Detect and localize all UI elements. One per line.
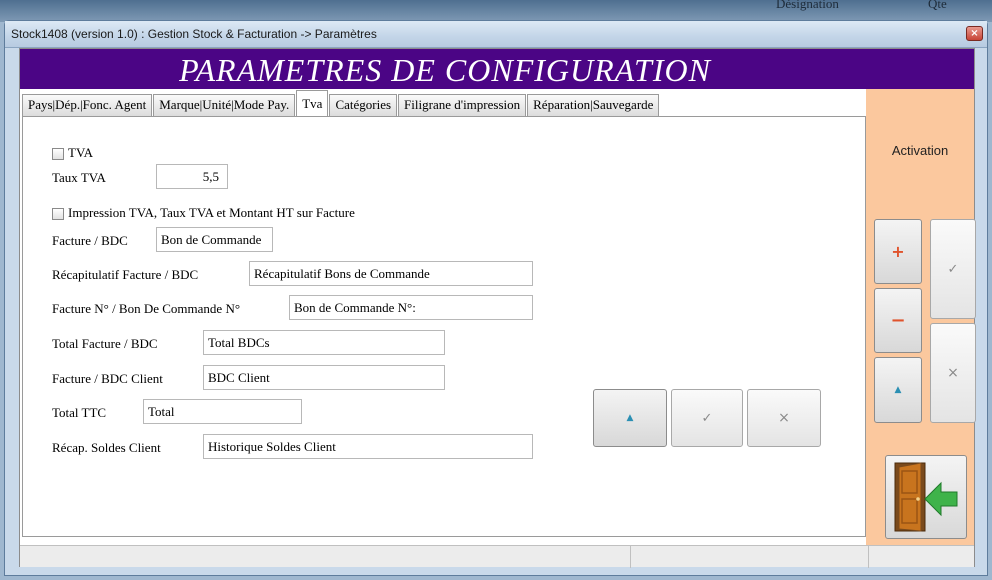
page-title: PARAMETRES DE CONFIGURATION: [179, 52, 711, 88]
sidebar-move-up-button[interactable]: ▲: [874, 357, 922, 423]
triangle-up-icon: ▲: [894, 384, 902, 395]
checkmark-icon: ✓: [947, 261, 959, 277]
total-facture-label: Total Facture / BDC: [52, 336, 158, 351]
tab-filigrane-impression[interactable]: Filigrane d'impression: [398, 94, 527, 116]
cross-icon: ×: [947, 365, 959, 381]
validate-button[interactable]: ✓: [671, 389, 743, 447]
checkmark-icon: ✓: [701, 410, 713, 426]
total-ttc-label: Total TTC: [52, 405, 107, 420]
tab-marque-unite-mode-pay[interactable]: Marque|Unité|Mode Pay.: [153, 94, 296, 116]
facture-num-input[interactable]: Bon de Commande N°:: [289, 295, 533, 320]
close-icon: ×: [970, 28, 979, 39]
facture-num-label: Facture N° / Bon De Commande N°: [52, 301, 241, 316]
cancel-button[interactable]: ×: [747, 389, 821, 447]
background-column-qte: Qte: [928, 0, 947, 11]
cross-icon: ×: [778, 410, 790, 426]
status-divider: [868, 546, 869, 568]
close-button[interactable]: ×: [966, 26, 983, 41]
triangle-up-icon: ▲: [626, 412, 634, 423]
tva-tab-panel: TVA Taux TVA 5,5 Impression TVA, Taux TV…: [22, 116, 866, 537]
total-ttc-input[interactable]: Total: [143, 399, 302, 424]
title-bar[interactable]: Stock1408 (version 1.0) : Gestion Stock …: [5, 21, 987, 48]
activate-cancel-button[interactable]: ×: [930, 323, 976, 423]
facture-bdc-label: Facture / BDC: [52, 233, 128, 248]
impression-tva-checkbox-label: Impression TVA, Taux TVA et Montant HT s…: [68, 205, 355, 220]
activation-label: Activation: [891, 143, 949, 158]
taux-tva-input[interactable]: 5,5: [156, 164, 228, 189]
recap-soldes-input[interactable]: Historique Soldes Client: [203, 434, 533, 459]
exit-door-icon: [894, 462, 958, 532]
tva-checkbox-label: TVA: [68, 145, 94, 160]
remove-icon: −: [890, 309, 906, 331]
background-app-strip: Désignation Qte: [0, 0, 992, 22]
activate-validate-button[interactable]: ✓: [930, 219, 976, 319]
add-icon: +: [891, 241, 905, 261]
impression-tva-checkbox[interactable]: [52, 208, 64, 220]
client-area: PARAMETRES DE CONFIGURATION Pays|Dép.|Fo…: [19, 48, 976, 568]
header-band: PARAMETRES DE CONFIGURATION: [20, 49, 974, 89]
background-column-designation: Désignation: [776, 0, 839, 11]
remove-button[interactable]: −: [874, 288, 922, 353]
facture-bdc-input[interactable]: Bon de Commande: [156, 227, 273, 252]
exit-button[interactable]: [885, 455, 967, 539]
add-button[interactable]: +: [874, 219, 922, 284]
facture-client-label: Facture / BDC Client: [52, 371, 163, 386]
total-facture-input[interactable]: Total BDCs: [203, 330, 445, 355]
facture-client-input[interactable]: BDC Client: [203, 365, 445, 390]
tab-pays-dep-fonc-agent[interactable]: Pays|Dép.|Fonc. Agent: [22, 94, 153, 116]
tab-categories[interactable]: Catégories: [329, 94, 398, 116]
status-divider: [630, 546, 631, 568]
tva-checkbox[interactable]: [52, 148, 64, 160]
parametres-window: Stock1408 (version 1.0) : Gestion Stock …: [4, 20, 988, 576]
recap-soldes-label: Récap. Soldes Client: [52, 440, 161, 455]
recap-facture-input[interactable]: Récapitulatif Bons de Commande: [249, 261, 533, 286]
taux-tva-label: Taux TVA: [52, 170, 106, 185]
recap-facture-label: Récapitulatif Facture / BDC: [52, 267, 199, 282]
window-title: Stock1408 (version 1.0) : Gestion Stock …: [11, 27, 377, 41]
move-up-button[interactable]: ▲: [593, 389, 667, 447]
activation-sidebar: Activation + ✓ − × ▲: [866, 89, 976, 545]
tab-reparation-sauvegarde[interactable]: Réparation|Sauvegarde: [527, 94, 660, 116]
tab-tva[interactable]: Tva: [296, 90, 329, 116]
tab-bar: Pays|Dép.|Fonc. Agent Marque|Unité|Mode …: [22, 90, 660, 116]
status-bar: [20, 545, 974, 568]
